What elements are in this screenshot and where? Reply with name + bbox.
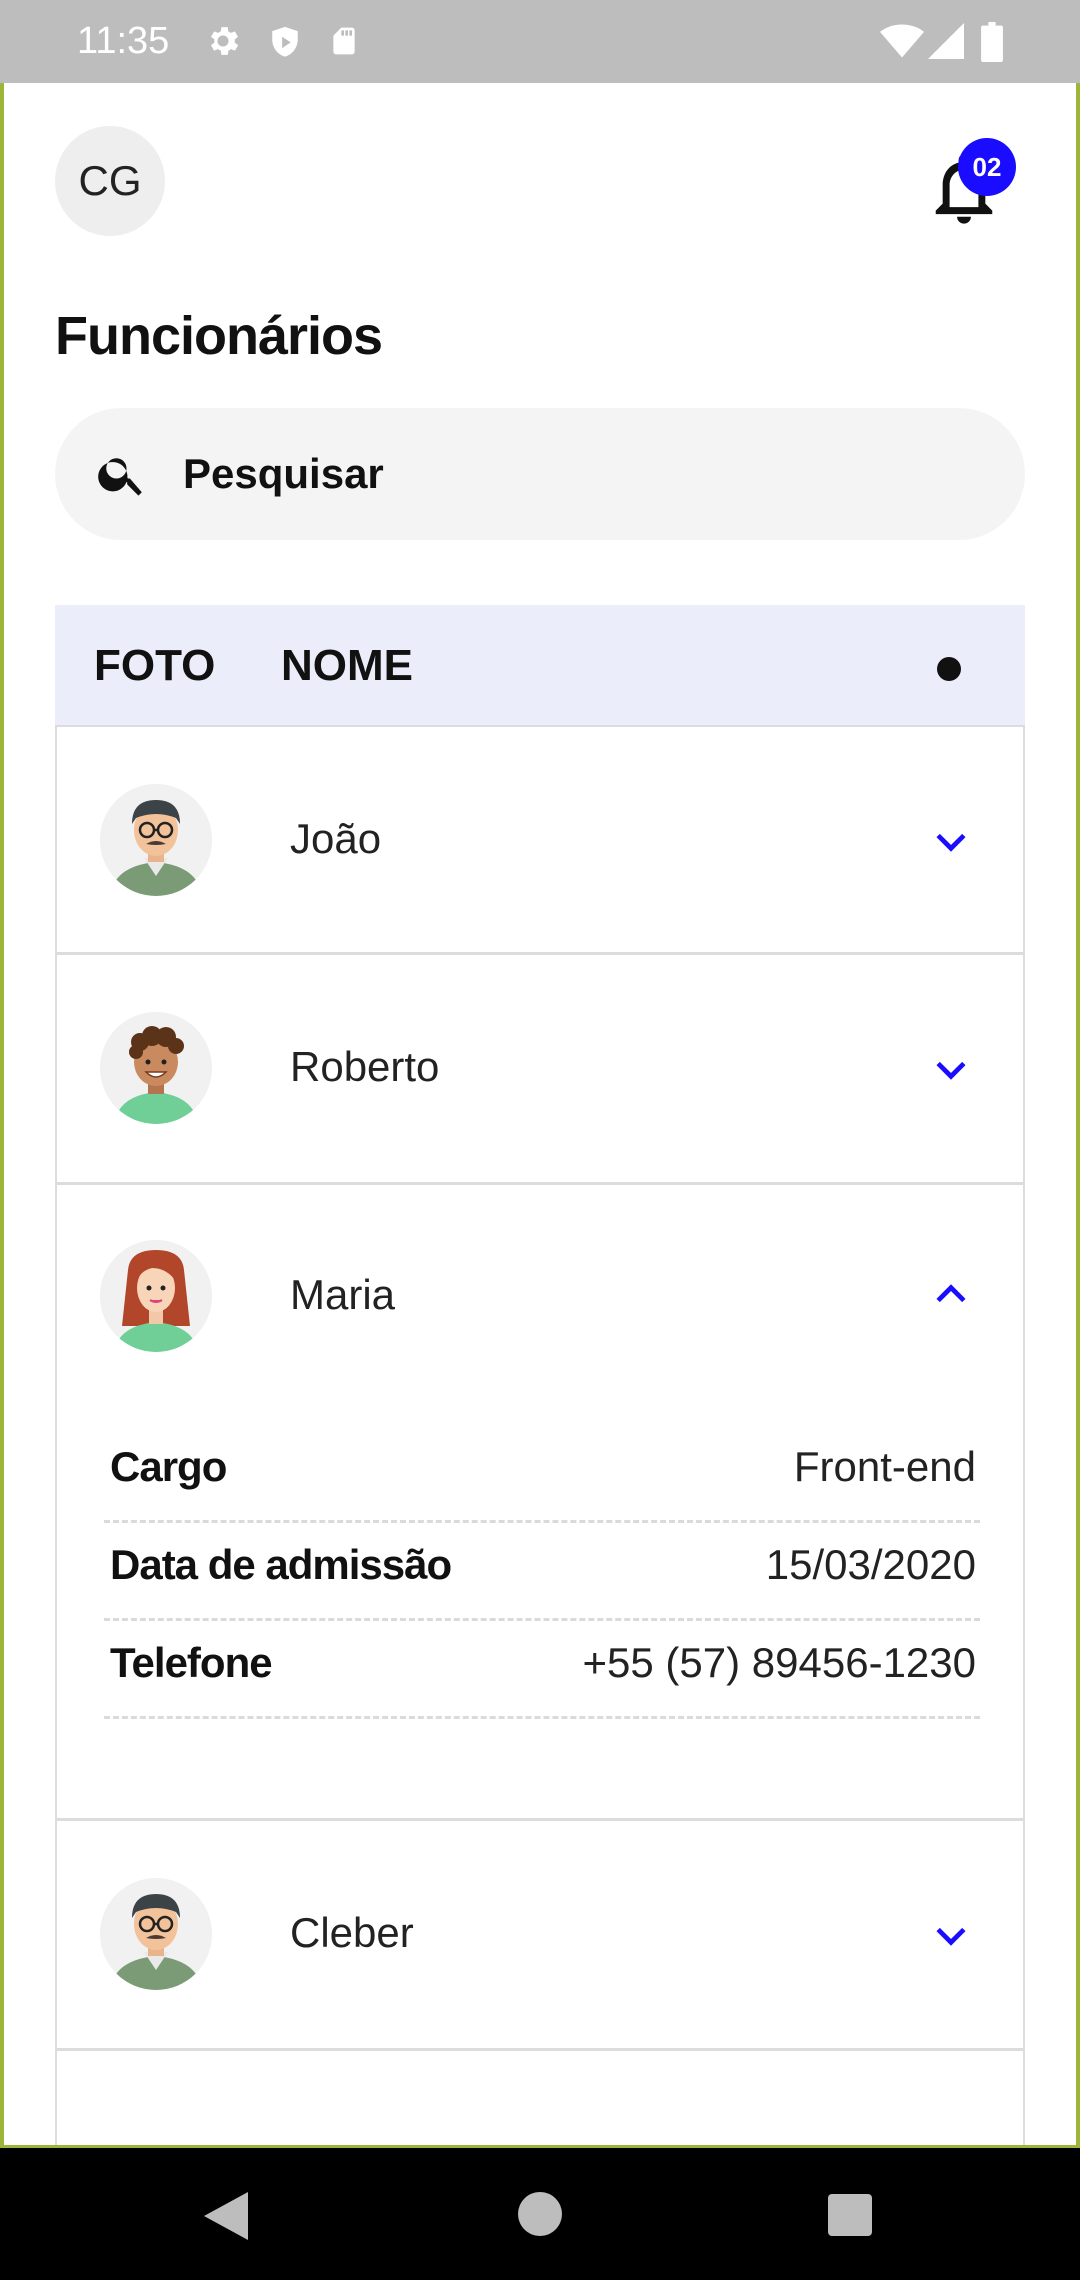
chevron-down-icon[interactable]: [929, 1047, 973, 1091]
table-row[interactable]: Roberto: [55, 955, 1025, 1185]
man-avatar-icon: [100, 1878, 212, 1990]
table-row[interactable]: [55, 2051, 1025, 2145]
chevron-down-icon[interactable]: [929, 819, 973, 863]
chevron-down-icon[interactable]: [929, 1913, 973, 1957]
wifi-icon: [880, 24, 924, 58]
home-icon[interactable]: [518, 2192, 562, 2236]
search-icon: [98, 458, 142, 496]
table-row[interactable]: Cleber: [55, 1821, 1025, 2051]
employee-name: Cleber: [290, 1909, 414, 1956]
gear-icon: [210, 27, 239, 55]
employee-name: Maria: [290, 1271, 396, 1318]
detail-label: Data de admissão: [110, 1541, 452, 1588]
detail-value: Front-end: [793, 1443, 976, 1490]
employee-name: João: [290, 815, 382, 862]
man-avatar-icon: [100, 784, 212, 896]
notification-count: 02: [972, 151, 1002, 182]
status-bar: 11:35: [0, 0, 1080, 83]
employee-name: Roberto: [290, 1043, 440, 1090]
avatar: [100, 784, 212, 896]
column-header-photo: FOTO: [94, 641, 216, 690]
back-icon[interactable]: [204, 2192, 248, 2240]
battery-icon: [981, 22, 1003, 62]
detail-row-admission-date: Data de admissão 15/03/2020: [104, 1523, 980, 1621]
detail-value: 15/03/2020: [765, 1541, 976, 1588]
search-bar[interactable]: [55, 408, 1025, 540]
detail-row-cargo: Cargo Front-end: [104, 1425, 980, 1523]
detail-label: Cargo: [110, 1443, 227, 1490]
avatar: [100, 1012, 212, 1124]
column-header-name[interactable]: NOME: [281, 641, 413, 691]
avatar: [100, 1240, 212, 1352]
user-avatar[interactable]: CG: [55, 126, 165, 236]
sd-card-icon: [333, 27, 355, 55]
avatar: [100, 1878, 212, 1990]
table-header: FOTO NOME: [55, 605, 1025, 727]
recents-icon[interactable]: [828, 2194, 872, 2236]
woman-avatar-icon: [100, 1240, 212, 1352]
status-time: 11:35: [77, 20, 170, 62]
signal-icon: [928, 23, 964, 59]
page-title: Funcionários: [55, 306, 383, 366]
detail-value: +55 (57) 89456-1230: [582, 1639, 976, 1686]
shield-icon: [272, 26, 298, 57]
table-row-expanded[interactable]: Maria Cargo Front-end Data de admissão 1…: [55, 1185, 1025, 1821]
detail-label: Telefone: [110, 1639, 273, 1686]
user-initials: CG: [78, 157, 142, 204]
search-input[interactable]: [183, 450, 983, 498]
system-navigation-bar: [0, 2148, 1080, 2280]
notification-badge: 02: [958, 138, 1016, 196]
table-row[interactable]: João: [55, 727, 1025, 955]
app-screen: CG 02 Funcionários FOTO NOME: [4, 83, 1076, 2145]
chevron-up-icon[interactable]: [929, 1273, 973, 1317]
column-header-status-dot: [937, 657, 961, 681]
boy-avatar-icon: [100, 1012, 212, 1124]
detail-row-phone: Telefone +55 (57) 89456-1230: [104, 1621, 980, 1719]
